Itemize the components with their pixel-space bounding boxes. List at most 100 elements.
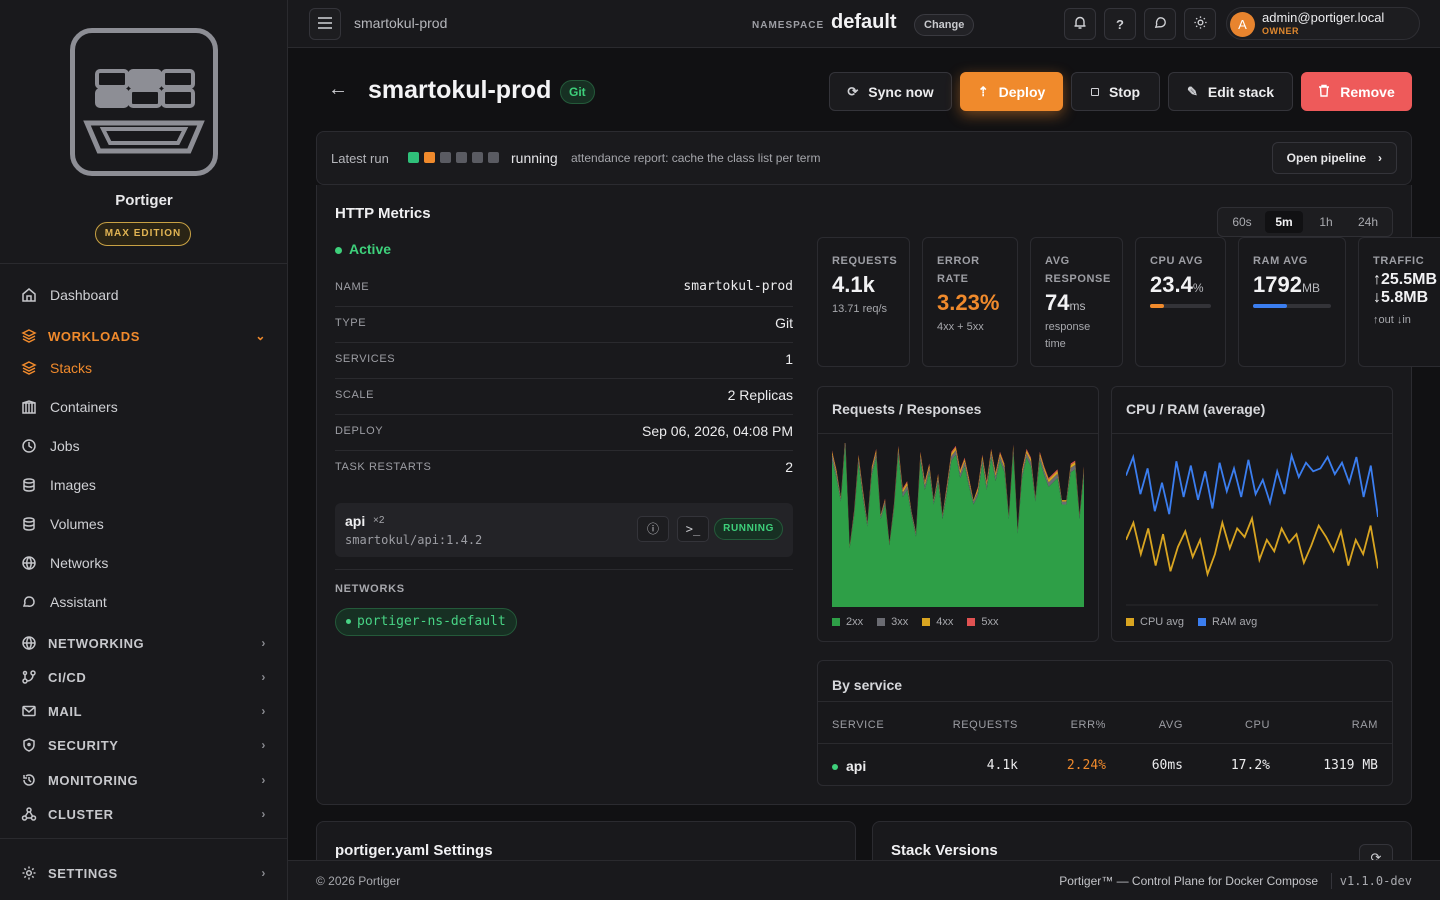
card-label: REQUESTS — [832, 255, 898, 267]
sidebar-item-label: Volumes — [50, 516, 104, 532]
service-terminal-button[interactable]: >_ — [677, 516, 709, 542]
remove-button[interactable]: Remove — [1301, 72, 1412, 111]
detail-row: SERVICES 1 — [335, 343, 793, 379]
pipeline-step[interactable] — [456, 152, 467, 163]
traffic-in: ↓5.8MB — [1373, 289, 1429, 306]
edit-stack-label: Edit stack — [1207, 83, 1275, 100]
service-info-button[interactable]: ⓘ — [637, 516, 669, 542]
chat-button[interactable] — [1144, 8, 1176, 40]
pipeline-step[interactable] — [472, 152, 483, 163]
legend-item: CPU avg — [1126, 616, 1184, 628]
git-icon — [20, 668, 38, 686]
theme-toggle-button[interactable] — [1184, 8, 1216, 40]
card-label-line: ERROR — [937, 255, 980, 267]
sidebar-item-dashboard[interactable]: Dashboard — [0, 278, 288, 312]
legend-swatch — [1198, 618, 1207, 626]
pipeline-step[interactable] — [408, 152, 419, 163]
network-chip[interactable]: portiger-ns-default — [335, 608, 517, 636]
range-5m[interactable]: 5m — [1265, 211, 1303, 233]
range-60s[interactable]: 60s — [1223, 211, 1261, 233]
divider — [818, 433, 1098, 434]
notifications-button[interactable] — [1064, 8, 1096, 40]
sidebar-item-volumes[interactable]: Volumes — [0, 507, 288, 541]
sync-now-button[interactable]: ⟳ Sync now — [829, 72, 952, 111]
open-pipeline-button[interactable]: Open pipeline › — [1271, 142, 1397, 174]
sidebar-item-label: Containers — [50, 399, 118, 415]
requests-chart-card: Requests / Responses 2xx 3xx 4xx 5xx — [817, 386, 1099, 642]
detail-value: 2 — [785, 459, 793, 475]
settings-card: portiger.yaml Settings — [316, 821, 856, 860]
pipeline-step[interactable] — [488, 152, 499, 163]
namespace-change-button[interactable]: Change — [914, 14, 975, 36]
stack-versions-card: Stack Versions ⟳ — [872, 821, 1412, 860]
detail-key: DEPLOY — [335, 425, 384, 437]
range-1h[interactable]: 1h — [1307, 211, 1345, 233]
service-row[interactable]: api ×2 smartokul/api:1.4.2 ⓘ >_ RUNNING — [335, 503, 793, 557]
sidebar-section-security[interactable]: SECURITY › — [0, 728, 288, 762]
column-header: CPU — [1244, 719, 1270, 731]
error-rate-card: ERROR RATE 3.23% 4xx + 5xx — [922, 237, 1018, 367]
sidebar-section-networking[interactable]: NETWORKING › — [0, 626, 288, 660]
chart-legend: CPU avg RAM avg — [1126, 616, 1257, 628]
card-sub: 13.71 req/s — [832, 303, 888, 315]
cell-requests: 4.1k — [986, 758, 1018, 773]
sidebar-section-settings[interactable]: SETTINGS › — [0, 856, 288, 890]
range-24h[interactable]: 24h — [1349, 211, 1387, 233]
card-unit: ms — [1069, 299, 1086, 313]
sidebar-item-networks[interactable]: Networks — [0, 546, 288, 580]
card-sub-line: time — [1045, 338, 1066, 350]
sidebar-item-containers[interactable]: Containers — [0, 390, 288, 424]
portiger-logo[interactable] — [70, 28, 218, 176]
deploy-label: Deploy — [998, 83, 1046, 100]
legend-swatch — [832, 618, 840, 626]
cpu-progress-fill — [1150, 304, 1165, 308]
card-sub: ↑out ↓in — [1373, 314, 1411, 326]
refresh-versions-button[interactable]: ⟳ — [1359, 844, 1393, 860]
terminal-icon: >_ — [685, 522, 701, 536]
sidebar-section-workloads[interactable]: WORKLOADS ⌄ — [0, 319, 288, 353]
sidebar-item-images[interactable]: Images — [0, 468, 288, 502]
table-title: By service — [832, 677, 903, 693]
run-status: running — [511, 150, 558, 166]
sidebar-section-cluster[interactable]: CLUSTER › — [0, 797, 288, 831]
deploy-button[interactable]: ⇡ Deploy — [960, 72, 1063, 111]
sidebar-item-stacks[interactable]: Stacks — [0, 351, 288, 385]
shield-icon — [20, 736, 38, 754]
sidebar-item-jobs[interactable]: Jobs — [0, 429, 288, 463]
stop-button[interactable]: Stop — [1071, 72, 1160, 111]
legend-label: 2xx — [846, 616, 864, 628]
user-menu[interactable]: A admin@portiger.local OWNER — [1226, 7, 1420, 40]
breadcrumb[interactable]: smartokul-prod — [354, 15, 447, 31]
back-arrow-icon[interactable]: ← — [328, 78, 348, 101]
sidebar-section-label: MAIL — [48, 703, 83, 719]
detail-row: TASK RESTARTS 2 — [335, 451, 793, 487]
sidebar-item-assistant[interactable]: Assistant — [0, 585, 288, 619]
menu-toggle-button[interactable] — [309, 8, 341, 40]
sidebar-section-mail[interactable]: MAIL › — [0, 694, 288, 728]
namespace-value[interactable]: default — [831, 11, 897, 34]
info-icon: ⓘ — [646, 522, 659, 536]
brand-name: Portiger — [115, 192, 173, 209]
sidebar-section-label: NETWORKING — [48, 635, 145, 651]
detail-key: TASK RESTARTS — [335, 461, 432, 473]
pipeline-step[interactable] — [440, 152, 451, 163]
card-value: 74ms — [1045, 290, 1085, 316]
chevron-right-icon: › — [261, 773, 266, 787]
table-row[interactable]: api — [832, 758, 866, 774]
help-button[interactable]: ? — [1104, 8, 1136, 40]
sidebar-section-cicd[interactable]: CI/CD › — [0, 660, 288, 694]
card-value: 4.1k — [832, 272, 875, 297]
card-number: 1792 — [1253, 272, 1302, 297]
card-number: 23.4 — [1150, 272, 1193, 297]
card-label-line: AVG — [1045, 255, 1070, 267]
column-header: SERVICE — [832, 719, 885, 731]
service-name: api — [345, 513, 366, 529]
sidebar-section-monitoring[interactable]: MONITORING › — [0, 763, 288, 797]
edit-stack-button[interactable]: ✎ Edit stack — [1168, 72, 1293, 111]
avatar: A — [1230, 12, 1255, 37]
pipeline-step[interactable] — [424, 152, 435, 163]
refresh-icon: ⟳ — [1370, 850, 1382, 860]
chevron-right-icon: › — [1378, 151, 1382, 165]
cpu-ram-chart-card: CPU / RAM (average) CPU avg RAM avg — [1111, 386, 1393, 642]
sidebar-item-label: Assistant — [50, 594, 107, 610]
